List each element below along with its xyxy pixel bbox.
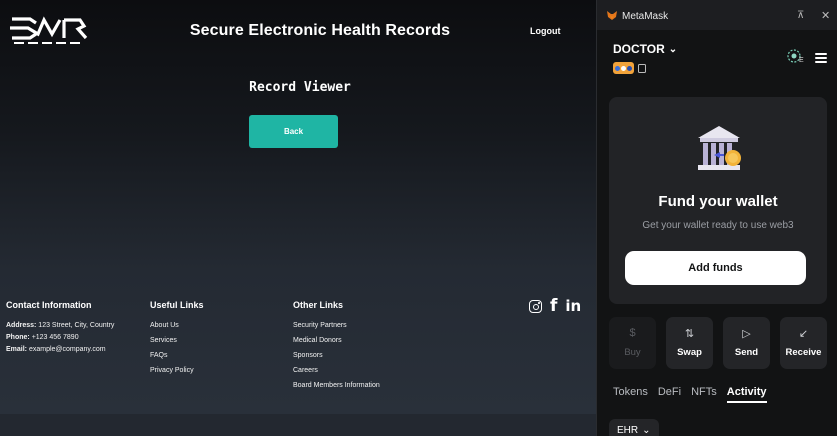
add-funds-button[interactable]: Add funds: [625, 251, 806, 285]
buy-label: Buy: [624, 347, 641, 358]
network-filter-label: EHR: [617, 424, 639, 436]
chevron-down-icon: ⌄: [642, 424, 651, 436]
footer-link-board-members[interactable]: Board Members Information: [293, 378, 380, 393]
tab-nfts[interactable]: NFTs: [691, 386, 717, 398]
footer-link-careers[interactable]: Careers: [293, 363, 380, 378]
account-avatar-badge: [613, 62, 634, 74]
footer-contact-section: Contact Information Address: 123 Street,…: [6, 300, 114, 357]
phone-label: Phone:: [6, 334, 30, 341]
footer-link-faqs[interactable]: FAQs: [150, 348, 204, 363]
footer-bottom-bar: [0, 414, 596, 436]
footer-link-about[interactable]: About Us: [150, 318, 204, 333]
chevron-down-icon: ⌄: [668, 43, 678, 55]
swap-label: Swap: [677, 347, 702, 358]
fund-wallet-card: Fund your wallet Get your wallet ready t…: [609, 97, 827, 304]
receive-label: Receive: [785, 347, 822, 358]
footer-contact-heading: Contact Information: [6, 300, 92, 310]
footer-other-heading: Other Links: [293, 300, 344, 310]
footer-link-security-partners[interactable]: Security Partners: [293, 318, 380, 333]
footer-address: Address: 123 Street, City, Country: [6, 318, 114, 333]
account-address-row: [613, 62, 646, 74]
email-label: Email:: [6, 346, 28, 353]
address-label: Address:: [6, 322, 37, 329]
footer-email: Email: example@company.com: [6, 342, 114, 357]
footer-link-medical-donors[interactable]: Medical Donors: [293, 333, 380, 348]
footer-useful-heading: Useful Links: [150, 300, 204, 310]
send-button[interactable]: ▷ Send: [723, 317, 770, 369]
close-icon[interactable]: ✕: [821, 9, 830, 22]
tab-defi[interactable]: DeFi: [658, 386, 681, 398]
copy-icon[interactable]: [638, 63, 646, 73]
address-value: 123 Street, City, Country: [38, 322, 115, 329]
logout-button[interactable]: Logout: [530, 26, 561, 36]
send-icon: ▷: [742, 328, 751, 340]
swap-button[interactable]: ⇅ Swap: [666, 317, 713, 369]
footer-useful-links: Useful Links About Us Services FAQs Priv…: [150, 300, 204, 378]
network-letter: E: [799, 57, 804, 64]
fund-wallet-title: Fund your wallet: [658, 193, 778, 210]
app-title: Secure Electronic Health Records: [189, 22, 451, 39]
account-name: DOCTOR: [613, 42, 665, 56]
ehr-app: Secure Electronic Health Records Logout …: [0, 0, 596, 436]
phone-value: +123 456 7890: [31, 334, 79, 341]
metamask-titlebar: MetaMask ⊼ ✕: [597, 0, 837, 30]
fund-wallet-subtitle: Get your wallet ready to use web3: [642, 220, 794, 231]
wallet-actions: $ Buy ⇅ Swap ▷ Send ↙ Receive: [609, 317, 827, 369]
network-filter-dropdown[interactable]: EHR ⌄: [609, 419, 659, 436]
page-title: Record Viewer: [249, 80, 351, 95]
send-label: Send: [734, 347, 759, 358]
metamask-window-title: MetaMask: [622, 11, 669, 22]
linkedin-icon[interactable]: in: [565, 299, 581, 314]
social-links: f in: [529, 298, 581, 315]
facebook-icon[interactable]: f: [550, 298, 557, 315]
dollar-icon: $: [629, 327, 636, 339]
footer-phone: Phone: +123 456 7890: [6, 333, 114, 342]
back-button[interactable]: Back: [249, 115, 338, 148]
pin-icon[interactable]: ⊼: [797, 10, 804, 21]
wallet-tabs: Tokens DeFi NFTs Activity: [613, 386, 767, 403]
footer-link-services[interactable]: Services: [150, 333, 204, 348]
menu-icon[interactable]: [815, 53, 827, 63]
ehr-logo-icon: [10, 16, 88, 44]
instagram-icon[interactable]: [529, 300, 542, 313]
account-selector[interactable]: DOCTOR ⌄: [613, 42, 677, 56]
metamask-panel: MetaMask ⊼ ✕ DOCTOR ⌄ E Fund your wallet…: [596, 0, 837, 436]
bank-illustration-icon: [698, 126, 741, 170]
receive-button[interactable]: ↙ Receive: [780, 317, 827, 369]
footer-link-sponsors[interactable]: Sponsors: [293, 348, 380, 363]
email-value: example@company.com: [28, 346, 106, 353]
tab-activity[interactable]: Activity: [726, 386, 767, 403]
swap-icon: ⇅: [684, 328, 695, 340]
footer-other-links: Other Links Security Partners Medical Do…: [293, 300, 380, 393]
metamask-fox-icon: [607, 11, 617, 20]
buy-button[interactable]: $ Buy: [609, 317, 656, 369]
tab-tokens[interactable]: Tokens: [613, 386, 648, 398]
receive-icon: ↙: [798, 328, 809, 340]
footer-link-privacy[interactable]: Privacy Policy: [150, 363, 204, 378]
